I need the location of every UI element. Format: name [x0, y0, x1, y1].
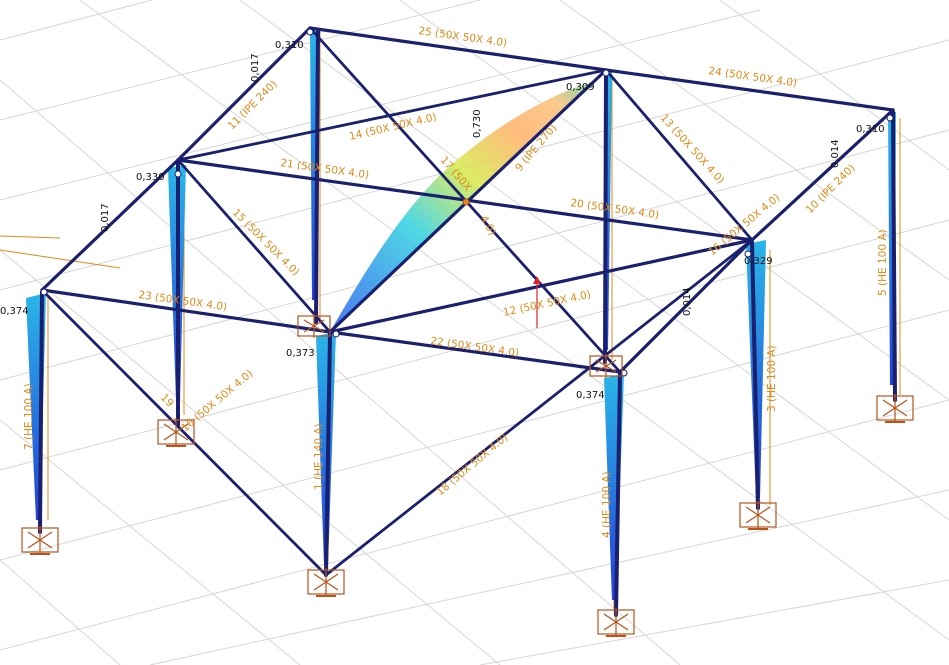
value-beam-10: 0,014 — [830, 139, 841, 168]
column-back-mid[interactable] — [603, 70, 608, 364]
support-icon — [597, 608, 635, 637]
model-canvas[interactable]: 25 (50X 50X 4.0) 24 (50X 50X 4.0) 11 (IP… — [0, 0, 949, 665]
value-node-mid-left: 0,330 — [136, 172, 165, 183]
label-member-19-section: 16 (50X 50X 4.0) — [179, 368, 255, 435]
label-member-13: 13 (50X 50X 4.0) — [658, 112, 727, 186]
column-back-right[interactable] — [891, 110, 897, 402]
support-icon — [589, 354, 623, 378]
label-member-18: 18 (50X 50X 4.0) — [434, 432, 510, 499]
label-member-7: 7 (HE 100 A) — [23, 383, 35, 450]
value-node-top-left: 0,310 — [275, 40, 304, 51]
label-member-15: 15 (50X 50X 4.0) — [230, 207, 302, 279]
column-front-left[interactable] — [38, 290, 44, 534]
label-member-1: 1 (HE 140 A) — [313, 423, 325, 490]
value-beam-11-top: 0,017 — [250, 53, 261, 82]
support-icon — [307, 568, 345, 597]
value-moment-peak: 0,730 — [472, 109, 483, 138]
value-beam-11-bottom: 0,017 — [100, 203, 111, 232]
support-icon — [21, 526, 59, 555]
label-member-22: 22 (50X 50X 4.0) — [430, 335, 520, 359]
dimension-lines — [0, 27, 901, 610]
column-diagrams — [26, 30, 896, 600]
label-member-5: 5 (HE 100 A) — [877, 229, 889, 296]
label-member-21: 21 (50X 50X 4.0) — [280, 157, 370, 181]
value-node-top-right: 0,310 — [856, 124, 885, 135]
label-member-4: 4 (HE 100 A) — [601, 471, 613, 538]
support-icon — [739, 501, 777, 530]
column-back-left[interactable] — [314, 28, 320, 324]
value-node-front: 0,374 — [576, 390, 605, 401]
value-node-top-mid: 0,309 — [566, 82, 595, 93]
ground-grid — [0, 0, 949, 665]
value-beam-right-front: 0,014 — [682, 287, 693, 316]
structural-model-viewport[interactable]: 25 (50X 50X 4.0) 24 (50X 50X 4.0) 11 (IP… — [0, 0, 949, 665]
label-member-3: 3 (HE 100 A) — [766, 345, 778, 412]
value-node-center: 0,373 — [286, 348, 315, 359]
value-node-right: 0,329 — [744, 256, 773, 267]
value-node-front-left: 0,374 — [0, 306, 29, 317]
